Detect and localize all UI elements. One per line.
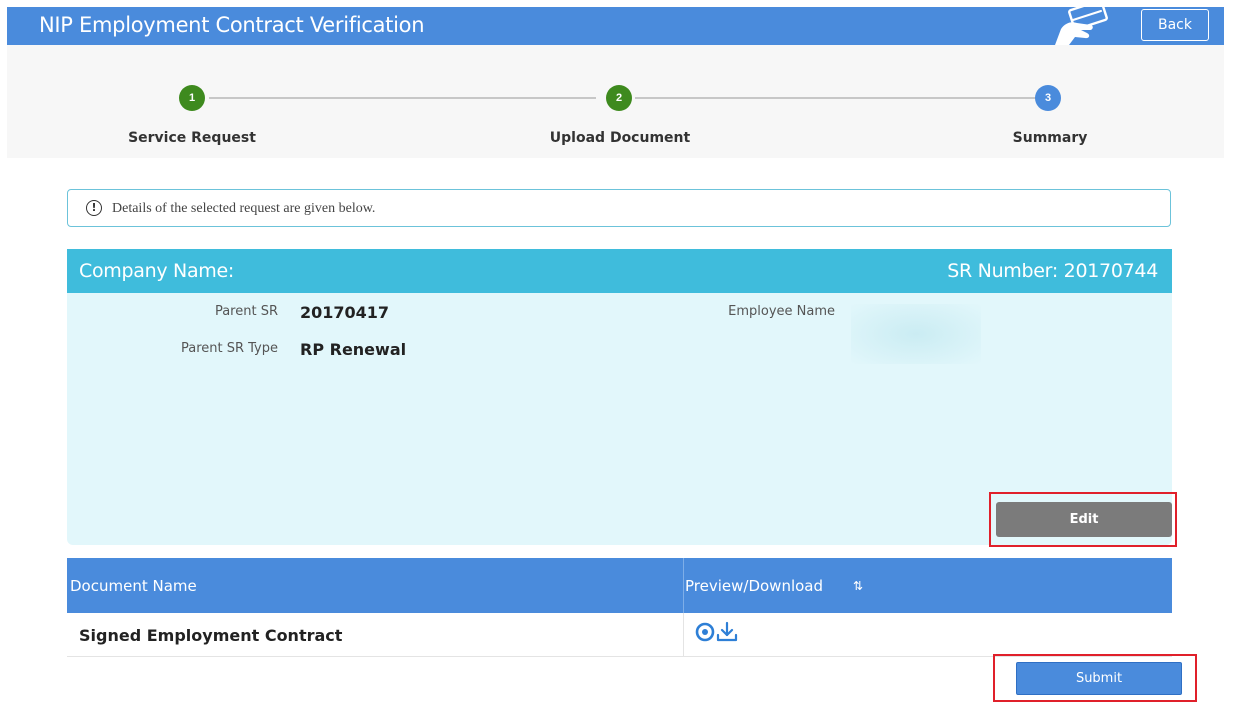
step-3-indicator[interactable]: 3 — [1035, 85, 1061, 111]
back-button[interactable]: Back — [1141, 9, 1209, 41]
table-header: Document Name Preview/Download ⇅ — [67, 558, 1172, 613]
sort-icon[interactable]: ⇅ — [853, 579, 863, 593]
parent-sr-value: 20170417 — [300, 303, 390, 322]
panel-header: Company Name: SR Number: 20170744 — [67, 249, 1172, 293]
documents-table: Document Name Preview/Download ⇅ Signed … — [67, 558, 1172, 657]
progress-stepper: 1 Service Request 2 Upload Document 3 Su… — [7, 45, 1224, 158]
column-header-document-name: Document Name — [70, 577, 197, 595]
company-name-label: Company Name: — [79, 260, 234, 282]
parent-sr-label: Parent SR — [214, 304, 278, 319]
column-document-name: Document Name — [67, 558, 684, 613]
parent-sr-type-label: Parent SR Type — [180, 341, 278, 356]
document-name: Signed Employment Contract — [79, 626, 343, 645]
step-1-label: Service Request — [128, 130, 256, 146]
step-connector — [635, 97, 1037, 99]
step-2-label: Upload Document — [549, 130, 691, 146]
employee-name-label: Employee Name — [728, 304, 835, 319]
hand-card-icon — [1055, 0, 1108, 45]
top-bar: NIP Employment Contract Verification Bac… — [7, 0, 1224, 45]
redacted-employee-name — [851, 304, 981, 364]
page-title: NIP Employment Contract Verification — [39, 13, 425, 37]
step-2-indicator[interactable]: 2 — [606, 85, 632, 111]
step-connector — [209, 97, 596, 99]
download-icon[interactable] — [715, 620, 739, 644]
column-header-preview-download[interactable]: Preview/Download — [685, 577, 823, 595]
step-3-label: Summary — [1012, 130, 1088, 146]
info-icon: ! — [86, 200, 102, 216]
step-1-indicator[interactable]: 1 — [179, 85, 205, 111]
sr-number: SR Number: 20170744 — [947, 260, 1158, 282]
parent-sr-type-value: RP Renewal — [300, 340, 407, 359]
submit-highlight-box — [993, 654, 1197, 702]
edit-highlight-box — [989, 492, 1177, 547]
preview-icon[interactable] — [694, 621, 716, 643]
document-name-cell: Signed Employment Contract — [67, 613, 684, 656]
table-row: Signed Employment Contract — [67, 613, 1172, 657]
info-message: ! Details of the selected request are gi… — [67, 189, 1171, 227]
info-text: Details of the selected request are give… — [112, 201, 376, 216]
